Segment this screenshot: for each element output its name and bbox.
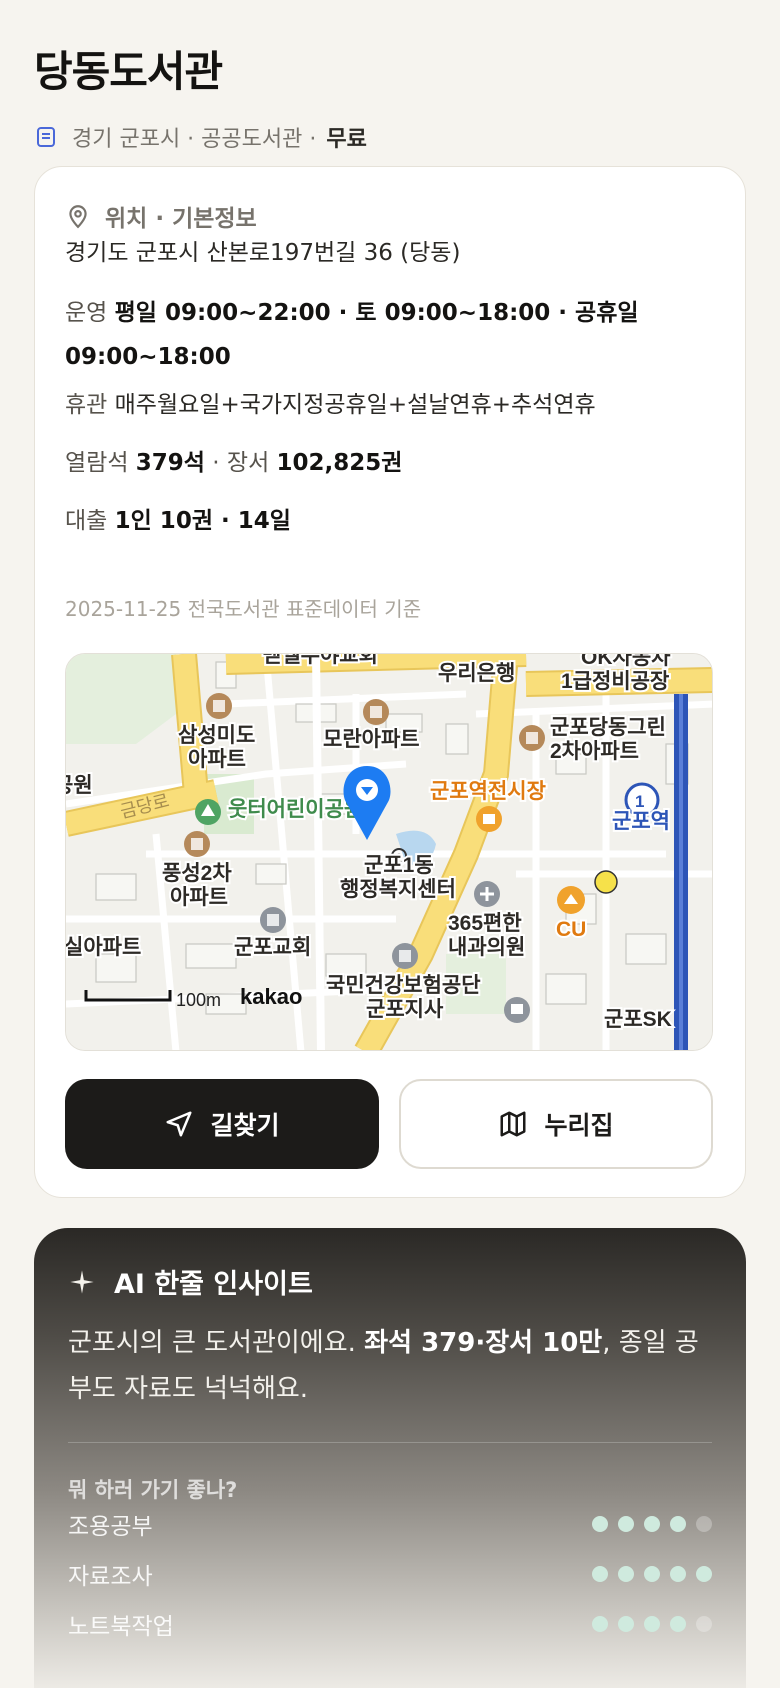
loan-label: 대출	[65, 508, 108, 534]
hours-value: 평일 09:00~22:00 · 토 09:00~18:00 · 공휴일 09:…	[65, 300, 639, 370]
map-scale-label: 100m	[176, 990, 221, 1010]
directions-button[interactable]: 길찾기	[65, 1079, 379, 1169]
rating-dot	[644, 1516, 660, 1532]
rating-dot	[592, 1566, 608, 1582]
map-label-nhis: 국민건강보험공단	[326, 974, 481, 997]
ai-insight-text: 군포시의 큰 도서관이에요. 좌석 379·장서 10만, 종일 공부도 자료도…	[68, 1320, 712, 1412]
address: 경기도 군포시 산본로197번길 36 (당동)	[65, 240, 461, 266]
region-category: 경기 군포시 · 공공도서관 ·	[72, 127, 317, 152]
rating-dots	[592, 1616, 712, 1632]
map-label-apt-left: 실아파트	[66, 936, 141, 959]
ai-insight-card: AI 한줄 인사이트 군포시의 큰 도서관이에요. 좌석 379·장서 10만,…	[34, 1228, 746, 1688]
page-title: 당동도서관	[34, 47, 223, 96]
location-pin-icon	[69, 205, 87, 229]
fee-badge: 무료	[326, 127, 367, 152]
rating-dots	[592, 1516, 712, 1532]
rating-dot	[592, 1616, 608, 1632]
hours-label: 운영	[65, 300, 108, 326]
rating-label: 노트북작업	[68, 1614, 174, 1640]
ai-text-highlight: 좌석 379·장서 10만	[364, 1328, 603, 1358]
map-label-line-number: 1	[635, 792, 644, 811]
map-label-station: 군포역	[612, 810, 670, 833]
sparkle-icon	[70, 1269, 94, 1294]
website-button[interactable]: 누리집	[399, 1079, 713, 1169]
map-label-samsung: 삼성미도	[178, 724, 255, 747]
rating-dot	[670, 1616, 686, 1632]
rating-dot	[618, 1516, 634, 1532]
rating-row: 조용공부	[68, 1506, 712, 1542]
rating-label: 조용공부	[68, 1514, 153, 1540]
map-brand-logo: kakao	[240, 984, 302, 1009]
divider	[68, 1442, 712, 1443]
ai-insight-header: AI 한줄 인사이트	[68, 1262, 313, 1301]
rating-dot	[670, 1566, 686, 1582]
map-label-repair: OK자동차	[581, 654, 671, 669]
map-label-clinic: 365편한	[448, 912, 522, 935]
rating-dot	[644, 1566, 660, 1582]
hours-row: 운영 평일 09:00~22:00 · 토 09:00~18:00 · 공휴일 …	[65, 291, 715, 379]
closed-row: 휴관 매주월요일+국가지정공휴일+설날연휴+추석연휴	[65, 383, 715, 427]
loan-value: 1인 10권 · 14일	[114, 508, 291, 534]
collection-row: 열람석 379석 · 장서 102,825권	[65, 441, 715, 485]
map-label-moran: 모란아파트	[323, 728, 420, 751]
rating-label: 자료조사	[68, 1564, 153, 1590]
map-label-gunpo-dang2: 2차아파트	[550, 740, 639, 763]
map-label-clinic2: 내과의원	[448, 936, 525, 959]
books-label: · 장서	[212, 450, 270, 476]
map-label-church-top: 벧엘누야교회	[262, 654, 378, 667]
map-label-pungseong2: 아파트	[170, 886, 228, 909]
rating-dot	[696, 1516, 712, 1532]
map-label-church: 군포교회	[234, 936, 311, 959]
closed-value: 매주월요일+국가지정공휴일+설날연휴+추석연휴	[114, 392, 596, 418]
rating-dot	[670, 1516, 686, 1532]
page-header: 당동도서관 경기 군포시 · 공공도서관 · 무료	[34, 38, 746, 153]
map-label-cu: CU	[556, 918, 586, 941]
rating-dot	[644, 1616, 660, 1632]
map-label-pungseong: 풍성2차	[162, 862, 232, 885]
map-icon	[500, 1111, 526, 1137]
data-source-note: 2025-11-25 전국도서관 표준데이터 기준	[65, 597, 422, 621]
seats-value: 379석	[135, 450, 205, 476]
loan-row: 대출 1인 10권 · 14일	[65, 499, 715, 543]
map-label-gunpo-dang: 군포당동그린	[550, 716, 666, 739]
ai-insight-title: AI 한줄 인사이트	[114, 1269, 313, 1300]
ai-text-pre: 군포시의 큰 도서관이에요.	[68, 1328, 365, 1358]
map-label-center2: 행정복지센터	[340, 878, 456, 901]
map-canvas[interactable]: 벧엘누야교회 우리은행 OK자동차 1급정비공장 삼성미도 아파트 모란아파트 …	[66, 654, 713, 1051]
map-label-nhis2: 군포지사	[366, 998, 444, 1021]
rating-dot	[696, 1566, 712, 1582]
library-meta: 경기 군포시 · 공공도서관 · 무료	[34, 121, 746, 153]
map-label-bank: 우리은행	[438, 662, 515, 685]
rating-row: 노트북작업	[68, 1606, 712, 1642]
location-map[interactable]: 벧엘누야교회 우리은행 OK자동차 1급정비공장 삼성미도 아파트 모란아파트 …	[65, 653, 713, 1051]
seats-label: 열람석	[65, 450, 129, 476]
rating-dot	[618, 1616, 634, 1632]
rating-dot	[592, 1516, 608, 1532]
document-icon	[37, 127, 55, 147]
website-label: 누리집	[544, 1111, 614, 1140]
map-label-samsung2: 아파트	[188, 748, 246, 771]
rating-dots	[592, 1566, 712, 1582]
rating-row: 자료조사	[68, 1556, 712, 1592]
rating-dot	[618, 1566, 634, 1582]
map-label-market: 군포역전시장	[430, 780, 546, 803]
books-value: 102,825권	[276, 450, 403, 476]
closed-label: 휴관	[65, 392, 108, 418]
map-label-repair2: 1급정비공장	[561, 670, 669, 693]
info-card: 위치 · 기본정보 경기도 군포시 산본로197번길 36 (당동) 운영 평일…	[34, 166, 746, 1198]
ai-question: 뭐 하러 가기 좋나?	[68, 1478, 238, 1502]
map-label-kids-park: 웃터어린이공원	[228, 798, 363, 821]
map-label-park: 공원	[66, 774, 93, 797]
directions-label: 길찾기	[210, 1111, 280, 1140]
map-label-station-bottom: 군포SK	[604, 1008, 672, 1031]
navigation-arrow-icon	[166, 1111, 192, 1137]
section-title: 위치 · 기본정보	[105, 206, 257, 232]
rating-dot	[696, 1616, 712, 1632]
section-header: 위치 · 기본정보	[65, 199, 257, 233]
map-label-center: 군포1동	[364, 854, 434, 877]
